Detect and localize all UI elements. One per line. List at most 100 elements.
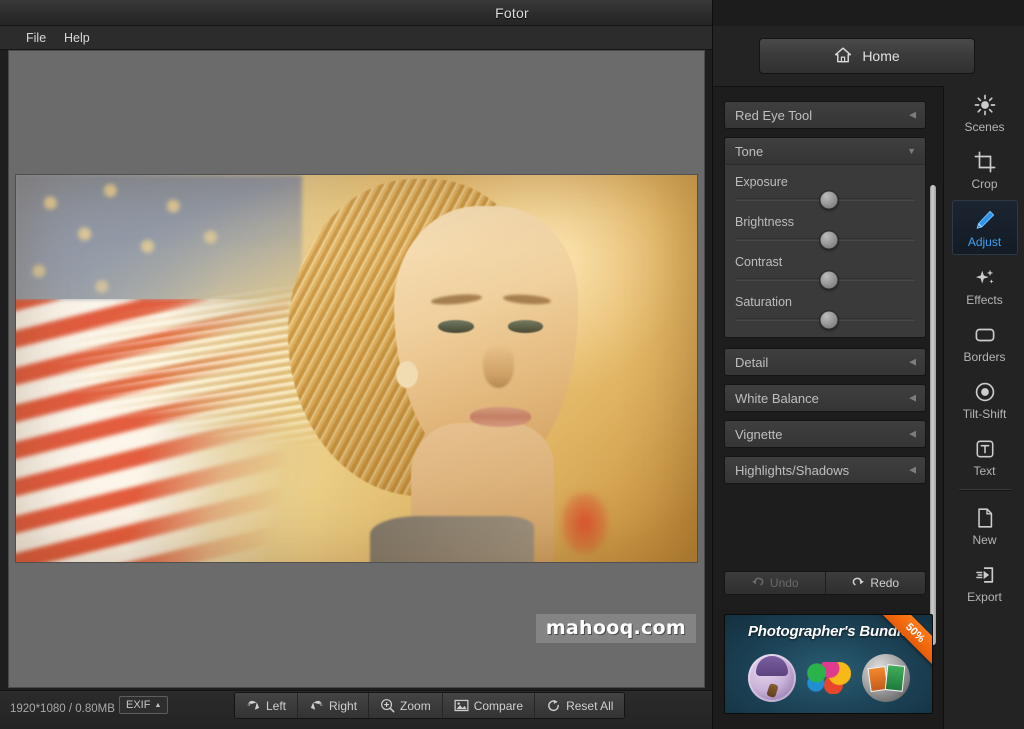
rail-item-scenes-label: Scenes: [964, 120, 1005, 134]
sparkle-icon: [974, 266, 996, 290]
reset-all-button[interactable]: Reset All: [535, 693, 625, 718]
rail-divider: [958, 489, 1011, 491]
right-column: Home Red Eye Tool ◀ Tone ▼ Exposure Brig…: [712, 0, 1024, 729]
rail-item-new-label: New: [972, 533, 997, 547]
compare-image-icon: [454, 698, 469, 713]
rotate-right-button[interactable]: Right: [298, 693, 370, 718]
panel-scrollbar-thumb[interactable]: [930, 185, 936, 645]
adjust-panel-scroll: Red Eye Tool ◀ Tone ▼ Exposure Brightnes…: [724, 101, 926, 601]
section-red-eye-tool[interactable]: Red Eye Tool ◀: [724, 101, 926, 129]
section-highlights-shadows[interactable]: Highlights/Shadows ◀: [724, 456, 926, 484]
fotor-application-window: Fotor File Help mahooq.com 1920*1080 / 0…: [0, 0, 1024, 729]
butterfly-product-icon: [805, 654, 853, 702]
rail-item-borders[interactable]: Borders: [952, 316, 1018, 369]
slider-exposure-handle[interactable]: [819, 190, 839, 209]
menu-item-help[interactable]: Help: [56, 26, 98, 50]
rotate-left-label: Left: [266, 698, 287, 713]
zoom-plus-icon: [380, 698, 395, 713]
rail-item-borders-label: Borders: [963, 350, 1006, 364]
photo-vignette: [16, 175, 697, 562]
home-icon: [834, 46, 852, 67]
section-white-balance-label: White Balance: [735, 390, 819, 406]
home-zone: Home: [713, 26, 1024, 86]
canvas-tool-group: Left Right Zoom Compare Reset All: [234, 692, 626, 719]
crop-icon: [974, 150, 996, 174]
undo-button[interactable]: Undo: [725, 572, 825, 594]
exif-button[interactable]: EXIF ▲: [119, 696, 169, 714]
slider-saturation[interactable]: Saturation: [735, 295, 915, 329]
slider-brightness-track[interactable]: [735, 230, 915, 249]
slider-saturation-track[interactable]: [735, 310, 915, 329]
section-vignette[interactable]: Vignette ◀: [724, 420, 926, 448]
slider-contrast-handle[interactable]: [819, 270, 839, 289]
chevron-left-icon: ◀: [909, 109, 916, 120]
adjust-panel: Red Eye Tool ◀ Tone ▼ Exposure Brightnes…: [713, 86, 943, 673]
menu-item-file[interactable]: File: [18, 26, 54, 50]
rotate-left-button[interactable]: Left: [235, 693, 299, 718]
slider-brightness-handle[interactable]: [819, 230, 839, 249]
rail-item-adjust[interactable]: Adjust: [951, 200, 1018, 255]
redo-arrow-icon: [851, 576, 865, 591]
sun-icon: [974, 93, 996, 117]
rail-item-tilt-shift[interactable]: Tilt-Shift: [952, 373, 1018, 426]
rail-item-crop[interactable]: Crop: [952, 143, 1018, 196]
rail-item-text[interactable]: Text: [952, 430, 1018, 483]
rail-item-scenes[interactable]: Scenes: [952, 86, 1018, 139]
slider-saturation-handle[interactable]: [819, 310, 839, 329]
promo-banner[interactable]: Photographer's Bundle 50%: [724, 614, 933, 714]
section-detail[interactable]: Detail ◀: [724, 348, 926, 376]
reset-all-label: Reset All: [566, 698, 614, 713]
edited-photo[interactable]: [16, 175, 697, 562]
chevron-left-icon: ◀: [909, 464, 916, 475]
tool-rail: Scenes Crop Adjust Effects Borders Tilt-…: [943, 86, 1024, 729]
reset-circular-icon: [546, 698, 561, 713]
section-tone[interactable]: Tone ▼: [724, 137, 926, 165]
redo-label: Redo: [870, 576, 900, 590]
rail-item-new[interactable]: New: [952, 499, 1018, 552]
home-button[interactable]: Home: [759, 38, 975, 74]
avatar-product-icon: [747, 654, 796, 702]
promo-icons: [725, 649, 932, 707]
exif-label: EXIF: [126, 699, 151, 711]
rotate-left-icon: [246, 698, 261, 713]
compare-button[interactable]: Compare: [442, 693, 536, 718]
rail-item-effects-label: Effects: [966, 293, 1003, 307]
chevron-left-icon: ◀: [909, 428, 916, 439]
editor-canvas-area: mahooq.com: [0, 50, 712, 690]
redo-button[interactable]: Redo: [824, 572, 925, 594]
chevron-left-icon: ◀: [909, 356, 916, 367]
slider-contrast-track[interactable]: [735, 270, 915, 289]
watermark: mahooq.com: [535, 614, 696, 643]
image-info-text: 1920*1080 / 0.80MB: [10, 703, 115, 715]
slider-exposure[interactable]: Exposure: [735, 175, 915, 209]
slider-contrast[interactable]: Contrast: [735, 255, 915, 289]
rail-item-text-label: Text: [973, 464, 996, 478]
section-highlights-shadows-label: Highlights/Shadows: [735, 462, 850, 478]
zoom-button[interactable]: Zoom: [369, 693, 443, 718]
slider-saturation-label: Saturation: [735, 295, 792, 309]
canvas-surface[interactable]: mahooq.com: [8, 50, 705, 688]
rail-item-export[interactable]: Export: [952, 556, 1018, 609]
compare-label: Compare: [473, 698, 524, 713]
undo-redo-group: Undo Redo: [724, 571, 926, 595]
collage-product-icon: [861, 654, 910, 702]
zoom-label: Zoom: [400, 698, 431, 713]
undo-arrow-icon: [751, 576, 765, 591]
slider-exposure-label: Exposure: [735, 175, 788, 189]
menu-bar: File Help: [0, 26, 712, 50]
rotate-right-label: Right: [329, 698, 358, 713]
slider-brightness[interactable]: Brightness: [735, 215, 915, 249]
caret-up-icon: ▲: [154, 701, 162, 709]
section-tone-body: Exposure Brightness Contrast Saturation: [724, 165, 926, 338]
rail-item-crop-label: Crop: [971, 177, 998, 191]
page-icon: [974, 506, 996, 530]
rounded-rect-icon: [974, 323, 996, 347]
chevron-down-icon: ▼: [907, 146, 916, 156]
slider-exposure-track[interactable]: [735, 190, 915, 209]
section-detail-label: Detail: [735, 354, 769, 370]
rail-item-adjust-label: Adjust: [967, 235, 1002, 249]
rail-item-effects[interactable]: Effects: [952, 259, 1018, 312]
home-label: Home: [862, 48, 900, 64]
section-white-balance[interactable]: White Balance ◀: [724, 384, 926, 412]
rotate-right-icon: [309, 698, 324, 713]
